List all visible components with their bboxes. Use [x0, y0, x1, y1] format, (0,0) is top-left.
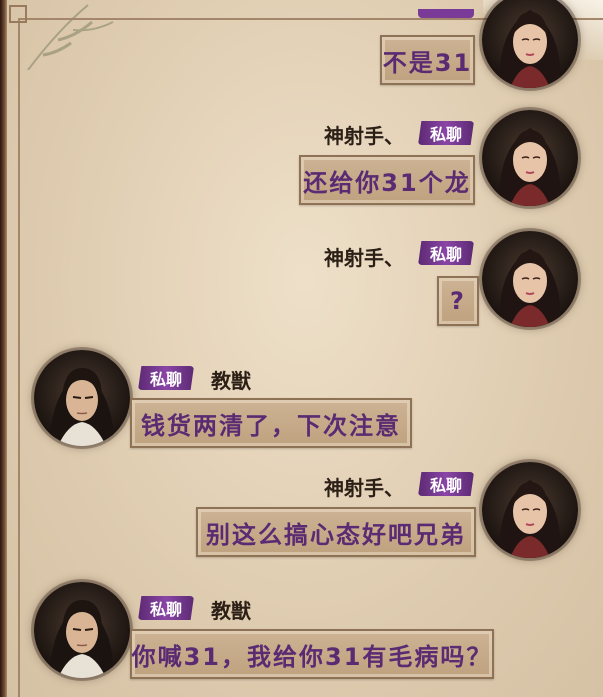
chat-message-bubble[interactable]: 别这么搞心态好吧兄弟 — [196, 507, 476, 557]
sender-name[interactable]: 神射手、 — [324, 120, 404, 149]
female-archer-avatar-icon[interactable] — [482, 462, 578, 558]
corner-ornament-icon — [9, 5, 27, 23]
private-chat-badge: 私聊 — [418, 241, 474, 265]
private-chat-badge: 私聊 — [418, 121, 474, 145]
private-chat-badge: 私聊 — [418, 472, 474, 496]
sender-name[interactable]: 教獣 — [211, 365, 251, 394]
male-swordsman-avatar-icon[interactable] — [34, 582, 130, 678]
sender-name[interactable]: 神射手、 — [324, 242, 404, 271]
chat-message-bubble[interactable]: 钱货两清了，下次注意 — [130, 398, 412, 448]
chat-message-bubble[interactable]: 还给你31个龙 — [299, 155, 475, 205]
bamboo-decoration-icon — [27, 4, 114, 70]
chat-message-bubble[interactable]: ? — [437, 276, 479, 326]
private-chat-badge: 私聊 — [138, 366, 194, 390]
chat-window: 不是31 神射手、 私聊 还给你31个龙 神射手、 私聊 ? 私聊 教獣 钱货两… — [0, 0, 603, 697]
male-swordsman-avatar-icon[interactable] — [34, 350, 130, 446]
female-archer-avatar-icon[interactable] — [482, 110, 578, 206]
private-chat-badge: 私聊 — [138, 596, 194, 620]
chat-message-bubble[interactable]: 不是31 — [380, 35, 475, 85]
inner-border-left — [18, 18, 20, 697]
sender-name[interactable]: 教獣 — [211, 595, 251, 624]
private-chat-badge-partial — [418, 9, 474, 18]
chat-message-bubble[interactable]: 你喊31，我给你31有毛病吗？ — [130, 629, 494, 679]
sender-name[interactable]: 神射手、 — [324, 472, 404, 501]
left-border — [0, 0, 7, 697]
female-archer-avatar-icon[interactable] — [482, 231, 578, 327]
